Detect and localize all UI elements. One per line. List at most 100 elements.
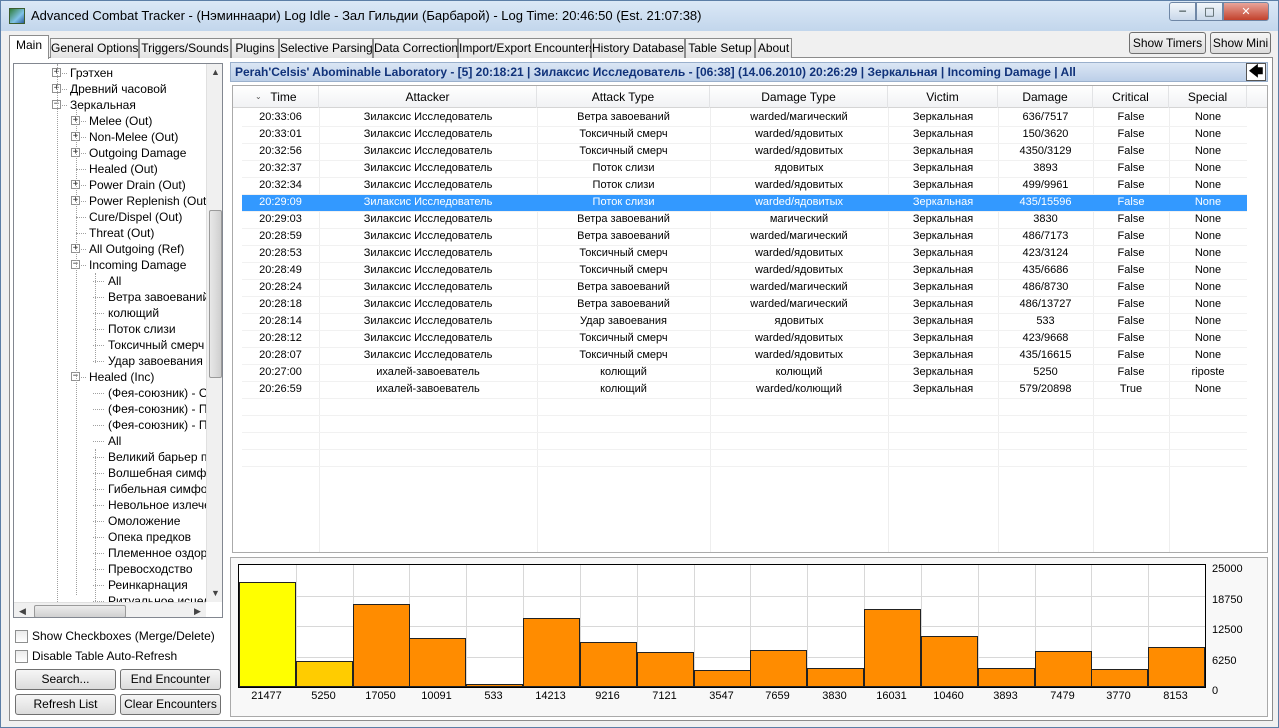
clear-encounters-button[interactable]: Clear Encounters xyxy=(120,694,221,715)
tab-import-export[interactable]: Import/Export Encounters xyxy=(458,38,595,58)
scroll-up-icon[interactable]: ▲ xyxy=(207,64,222,81)
table-cell-damage: 5250 xyxy=(1033,366,1058,378)
disable-autorefresh-checkbox[interactable] xyxy=(15,650,28,663)
table-cell-attack-type: колющий xyxy=(600,383,647,395)
table-row[interactable]: 20:27:00 ихалей-завоеватель колющий колющий… xyxy=(242,364,1247,381)
tree-item[interactable]: Power Replenish (Out) xyxy=(89,193,206,209)
tree-item[interactable]: (Фея-союзник) - По xyxy=(108,417,206,433)
tab-data-correction[interactable]: Data Correction xyxy=(373,38,458,58)
table-row[interactable]: 20:28:07 Зилаксис Исследователь Токсичный … xyxy=(242,347,1247,364)
tree-item[interactable]: Healed (Out) xyxy=(89,161,158,177)
table-row[interactable]: 20:28:14 Зилаксис Исследователь Удар завое… xyxy=(242,313,1247,330)
column-header-attack-type[interactable]: Attack Type xyxy=(537,86,710,108)
column-header-attacker[interactable]: Attacker xyxy=(319,86,537,108)
tree-item[interactable]: Threat (Out) xyxy=(89,225,154,241)
tree-item[interactable]: Outgoing Damage xyxy=(89,145,186,161)
tree-horizontal-scrollbar[interactable]: ◀ ▶ xyxy=(14,602,206,617)
table-row[interactable]: 20:33:01 Зилаксис Исследователь Токсичный … xyxy=(242,126,1247,143)
show-mini-button[interactable]: Show Mini xyxy=(1210,32,1271,54)
table-row[interactable]: 20:28:53 Зилаксис Исследователь Токсичный … xyxy=(242,245,1247,262)
tab-selective-parsing[interactable]: Selective Parsing xyxy=(279,38,373,58)
end-encounter-button[interactable]: End Encounter xyxy=(120,669,221,690)
back-arrow-icon[interactable]: 🡄 xyxy=(1246,63,1266,81)
tab-plugins[interactable]: Plugins xyxy=(231,38,279,58)
close-button[interactable]: ✕ xyxy=(1223,2,1269,21)
table-row[interactable]: 20:33:06 Зилаксис Исследователь Ветра заво… xyxy=(242,109,1247,126)
tree-item[interactable]: Power Drain (Out) xyxy=(89,177,186,193)
search-button[interactable]: Search... xyxy=(15,669,116,690)
table-row[interactable]: 20:29:03 Зилаксис Исследователь Ветра заво… xyxy=(242,211,1247,228)
table-cell-damage-type: warded/ядовитых xyxy=(754,179,844,191)
tree-item[interactable]: Невольное излечен xyxy=(108,497,206,513)
table-cell-special: None xyxy=(1194,179,1222,191)
tree-item[interactable]: Великий барьер пре xyxy=(108,449,206,465)
encounter-tree[interactable]: + Грэтхен + Древний часовой − Зеркальная + Mele… xyxy=(13,63,223,618)
minimize-button[interactable]: ─ xyxy=(1169,2,1196,21)
tree-item[interactable]: (Фея-союзник) - Оз xyxy=(108,385,206,401)
scroll-left-icon[interactable]: ◀ xyxy=(14,603,31,617)
tree-item[interactable]: Племенное оздорo xyxy=(108,545,206,561)
tree-item[interactable]: колющий xyxy=(108,305,159,321)
scroll-down-icon[interactable]: ▼ xyxy=(207,585,222,602)
column-header-special[interactable]: Special xyxy=(1169,86,1247,108)
table-row[interactable]: 20:26:59 ихалей-завоеватель колющий warded/… xyxy=(242,381,1247,398)
refresh-list-button[interactable]: Refresh List xyxy=(15,694,116,715)
column-header-critical[interactable]: Critical xyxy=(1093,86,1169,108)
tree-item[interactable]: Волшебная симфон xyxy=(108,465,206,481)
tree-item[interactable]: Опека предков xyxy=(108,529,191,545)
show-checkboxes-checkbox[interactable] xyxy=(15,630,28,643)
table-row[interactable]: 20:32:56 Зилаксис Исследователь Токсичный … xyxy=(242,143,1247,160)
tree-scroll-thumb[interactable] xyxy=(209,210,222,378)
tree-item[interactable]: All Outgoing (Ref) xyxy=(89,241,184,257)
tree-item[interactable]: Зеркальная xyxy=(70,97,136,113)
table-row[interactable]: 20:28:18 Зилаксис Исследователь Ветра заво… xyxy=(242,296,1247,313)
tree-item[interactable]: Удар завоевания xyxy=(108,353,203,369)
column-header-damage-type[interactable]: Damage Type xyxy=(710,86,888,108)
tree-item[interactable]: Грэтхен xyxy=(70,65,113,81)
tree-item[interactable]: Гибельная симфони xyxy=(108,481,206,497)
tree-item[interactable]: Non-Melee (Out) xyxy=(89,129,178,145)
table-row[interactable]: 20:29:09 Зилаксис Исследователь Поток слиз… xyxy=(242,194,1247,211)
show-timers-button[interactable]: Show Timers xyxy=(1129,32,1206,54)
tab-general-options[interactable]: General Options xyxy=(50,38,139,58)
swing-table[interactable]: ⌄ Time Attacker Attack Type Damage Type … xyxy=(232,85,1268,553)
tab-triggers-sounds[interactable]: Triggers/Sounds xyxy=(139,38,231,58)
tree-item[interactable]: Превосходство xyxy=(108,561,193,577)
table-row[interactable]: 20:32:37 Зилаксис Исследователь Поток слиз… xyxy=(242,160,1247,177)
tree-item[interactable]: Поток слизи xyxy=(108,321,176,337)
tab-main[interactable]: Main xyxy=(9,35,49,59)
tree-item[interactable]: Реинкарнация xyxy=(108,577,188,593)
tree-item[interactable]: (Фея-союзник) - По xyxy=(108,401,206,417)
tree-item[interactable]: All xyxy=(108,433,121,449)
tree-item[interactable]: Ритуальное исцеле xyxy=(108,593,206,602)
table-cell-attacker: Зилаксис Исследователь xyxy=(363,111,493,123)
tree-item[interactable]: Healed (Inc) xyxy=(89,369,154,385)
tree-vertical-scrollbar[interactable]: ▲ ▼ xyxy=(206,64,222,602)
tab-about[interactable]: About xyxy=(755,38,792,58)
table-row[interactable]: 20:32:34 Зилаксис Исследователь Поток слиз… xyxy=(242,177,1247,194)
column-header-damage[interactable]: Damage xyxy=(998,86,1093,108)
tab-table-setup[interactable]: Table Setup xyxy=(685,38,755,58)
column-header-time[interactable]: ⌄ Time xyxy=(233,86,319,108)
tree-item[interactable]: Ветра завоеваний xyxy=(108,289,206,305)
encounter-path-header: Perah'Celsis' Abominable Laboratory - [5… xyxy=(230,62,1268,82)
tree-hscroll-thumb[interactable] xyxy=(34,605,126,617)
graph-gridline xyxy=(466,565,467,687)
table-row[interactable]: 20:28:12 Зилаксис Исследователь Токсичный … xyxy=(242,330,1247,347)
table-cell-attack-type: Токсичный смерч xyxy=(579,145,668,157)
column-header-victim[interactable]: Victim xyxy=(888,86,998,108)
tree-item[interactable]: Омоложение xyxy=(108,513,180,529)
title-bar[interactable]: Advanced Combat Tracker - (Нэминнаари) L… xyxy=(1,1,1278,31)
tree-item[interactable]: All xyxy=(108,273,121,289)
tree-item[interactable]: Incoming Damage xyxy=(89,257,186,273)
scroll-right-icon[interactable]: ▶ xyxy=(189,603,206,617)
tab-history-database[interactable]: History Database xyxy=(591,38,685,58)
tree-item[interactable]: Melee (Out) xyxy=(89,113,152,129)
table-row[interactable]: 20:28:24 Зилаксис Исследователь Ветра заво… xyxy=(242,279,1247,296)
tree-item[interactable]: Токсичный смерч xyxy=(108,337,204,353)
tree-item[interactable]: Древний часовой xyxy=(70,81,167,97)
table-row[interactable]: 20:28:49 Зилаксис Исследователь Токсичный … xyxy=(242,262,1247,279)
table-row[interactable]: 20:28:59 Зилаксис Исследователь Ветра заво… xyxy=(242,228,1247,245)
tree-item[interactable]: Cure/Dispel (Out) xyxy=(89,209,182,225)
maximize-button[interactable]: □ xyxy=(1196,2,1223,21)
